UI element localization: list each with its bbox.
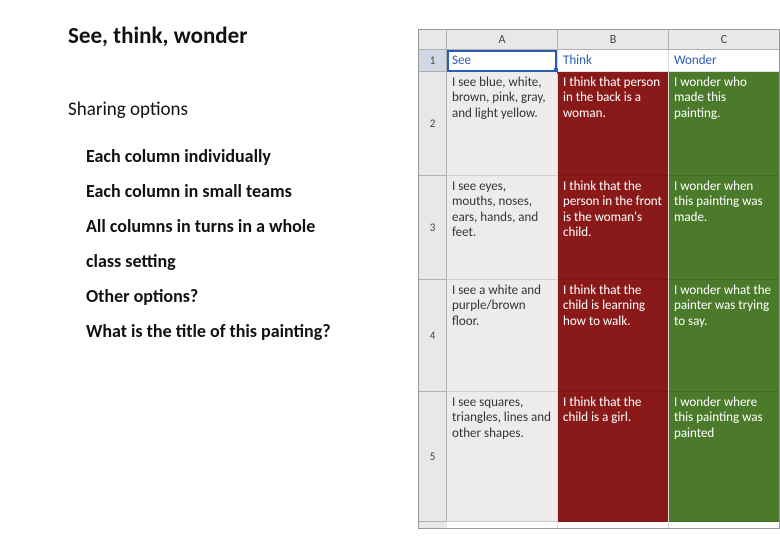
cell-c5[interactable]: I wonder where this painting was painted [669, 392, 779, 522]
select-all-corner[interactable] [419, 30, 447, 49]
cell-c4[interactable]: I wonder what the painter was trying to … [669, 280, 779, 392]
cell-b5[interactable]: I think that the child is a girl. [558, 392, 668, 522]
row-number[interactable]: 2 [419, 72, 447, 176]
cell-c2[interactable]: I wonder who made this painting. [669, 72, 779, 176]
cell-c1[interactable]: Wonder [669, 50, 779, 72]
cell-a4[interactable]: I see a white and purple/brown floor. [447, 280, 557, 392]
cell-b1[interactable]: Think [558, 50, 668, 72]
cell-a5[interactable]: I see squares, triangles, lines and othe… [447, 392, 557, 522]
cell-b2[interactable]: I think that person in the back is a wom… [558, 72, 668, 176]
column-header-b[interactable]: B [558, 30, 669, 49]
cell-a2[interactable]: I see blue, white, brown, pink, gray, an… [447, 72, 557, 176]
cell-c3[interactable]: I wonder when this painting was made. [669, 176, 779, 280]
spreadsheet: A B C 1 2 3 4 5 See I see blue, white, b… [418, 29, 780, 529]
column-header-c[interactable]: C [669, 30, 779, 49]
column-see: See I see blue, white, brown, pink, gray… [447, 50, 558, 528]
column-wonder: Wonder I wonder who made this painting. … [669, 50, 779, 528]
cell-a3[interactable]: I see eyes, mouths, noses, ears, hands, … [447, 176, 557, 280]
slide: See, think, wonder Sharing options Each … [0, 0, 780, 540]
row-number[interactable]: 3 [419, 176, 447, 280]
row-number-gutter: 1 2 3 4 5 [419, 50, 447, 528]
cell-a1[interactable]: See [447, 50, 557, 72]
row-number[interactable]: 4 [419, 280, 447, 392]
cell-b4[interactable]: I think that the child is learning how t… [558, 280, 668, 392]
column-think: Think I think that person in the back is… [558, 50, 669, 528]
row-number[interactable]: 5 [419, 392, 447, 522]
cell-b3[interactable]: I think that the person in the front is … [558, 176, 668, 280]
column-header-row: A B C [419, 30, 779, 50]
row-number[interactable]: 1 [419, 50, 447, 72]
column-header-a[interactable]: A [447, 30, 558, 49]
